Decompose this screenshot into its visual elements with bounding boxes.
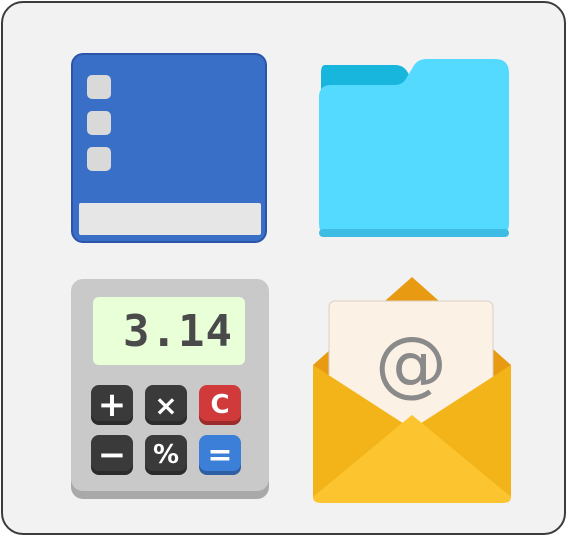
calculator-display: 3.14 bbox=[123, 305, 233, 357]
clear-key[interactable]: C bbox=[199, 385, 241, 425]
calculator-tile[interactable]: 3.14 + × C − % = bbox=[69, 277, 273, 503]
plus-key[interactable]: + bbox=[91, 385, 133, 425]
book-icon bbox=[71, 53, 267, 243]
times-key[interactable]: × bbox=[145, 385, 187, 425]
folder-tile[interactable] bbox=[311, 53, 515, 243]
minus-key[interactable]: − bbox=[91, 435, 133, 475]
book-tile[interactable] bbox=[69, 51, 273, 245]
percent-key[interactable]: % bbox=[145, 435, 187, 475]
folder-icon bbox=[319, 59, 509, 237]
equals-key[interactable]: = bbox=[199, 435, 241, 475]
at-sign-icon: @ bbox=[375, 321, 447, 405]
launcher-panel: 3.14 + × C − % = @ bbox=[1, 1, 566, 535]
mail-tile[interactable]: @ bbox=[307, 273, 517, 505]
